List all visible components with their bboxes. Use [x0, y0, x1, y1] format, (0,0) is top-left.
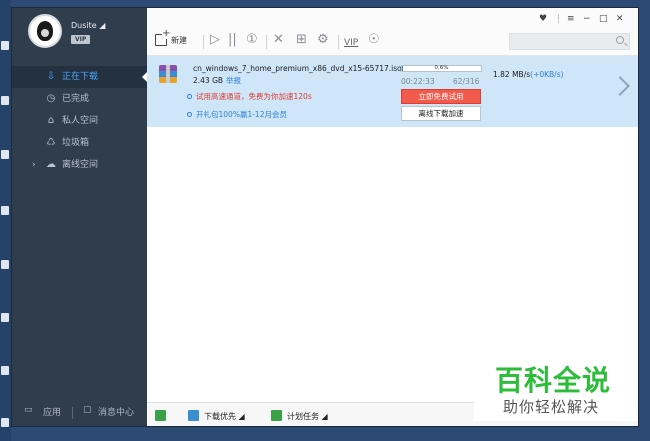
task-row[interactable]: cn_windows_7_home_premium_x86_dvd_x15-65… [147, 56, 638, 127]
skin-icon[interactable]: ♥ [539, 14, 547, 24]
menu-icon[interactable]: ≡ [567, 14, 575, 24]
download-priority-icon [188, 410, 199, 421]
desktop-icon[interactable] [1, 150, 9, 159]
schedule-task-dropdown[interactable]: 计划任务 ◢ [287, 411, 328, 422]
sidebar-item-trash[interactable]: ♺ 垃圾箱 [12, 132, 147, 154]
file-name: cn_windows_7_home_premium_x86_dvd_x15-65… [193, 64, 402, 73]
apps-button[interactable]: 应用 [43, 405, 61, 418]
toolbar: ♥ | ≡ − □ ✕ 新建 ▷ || ① ✕ ⊞ ⚙ VIP ☉ [147, 8, 638, 56]
close-icon[interactable]: ✕ [616, 14, 624, 24]
progress-bar: 0.6% [401, 65, 482, 72]
sidebar-item-downloading[interactable]: ⇩ 正在下载 [12, 66, 147, 88]
pause-icon[interactable]: || [228, 33, 237, 47]
download-arrow-icon: ⇩ [46, 71, 56, 82]
expand-caret-icon[interactable]: › [32, 154, 36, 176]
avatar[interactable] [28, 14, 62, 48]
divider [72, 407, 73, 419]
start-icon[interactable]: ▷ [210, 33, 220, 47]
gift-tip[interactable]: 开礼包100%赢1-12月会员 [187, 109, 287, 120]
progress-percent: 0.6% [434, 65, 449, 71]
sidebar-item-private-space[interactable]: ⌂ 私人空间 [12, 110, 147, 132]
archive-file-icon [159, 65, 177, 83]
sidebar-item-completed[interactable]: ◷ 已完成 [12, 88, 147, 110]
sidebar-footer: ▭ 应用 ▢ 消息中心 [12, 398, 147, 426]
trash-icon: ♺ [46, 137, 56, 148]
divider [203, 35, 204, 49]
sidebar-item-label: 已完成 [62, 94, 90, 104]
sidebar: Dusite ◢ VIP ⇩ 正在下载 ◷ 已完成 ⌂ 私人空间 ♺ 垃圾箱 ›… [12, 8, 147, 426]
pieces-count: 62/316 [453, 77, 480, 86]
desktop-icon[interactable] [1, 41, 9, 50]
divider [266, 35, 267, 49]
desktop-icon[interactable] [1, 366, 9, 375]
grid-icon[interactable]: ⊞ [296, 33, 307, 47]
schedule-icon [271, 410, 282, 421]
accel-speed: (+0KB/s) [530, 70, 564, 79]
file-size: 2.43 GB 举报 [193, 76, 242, 85]
message-center-button[interactable]: 消息中心 [98, 405, 134, 418]
desktop-icon[interactable] [1, 313, 9, 322]
search-box[interactable] [509, 33, 630, 50]
username[interactable]: Dusite ◢ [71, 21, 105, 30]
sidebar-item-label: 正在下载 [62, 72, 99, 82]
divider [338, 35, 339, 49]
check-circle-icon: ◷ [46, 93, 56, 104]
offline-accelerate-button[interactable]: 离线下载加速 [401, 106, 481, 121]
search-input[interactable] [510, 34, 610, 49]
new-task-label: 新建 [171, 36, 187, 45]
divider: | [557, 14, 561, 24]
desktop-icon[interactable] [1, 96, 9, 105]
apps-icon[interactable]: ▭ [24, 405, 33, 415]
sidebar-item-label: 私人空间 [62, 116, 99, 126]
new-task-icon [155, 29, 171, 46]
new-task-button[interactable]: 新建 [155, 29, 187, 46]
settings-gear-icon[interactable]: ⚙ [317, 33, 329, 47]
desktop-icon[interactable] [1, 206, 9, 215]
money-bag-icon[interactable]: ☉ [368, 33, 380, 47]
free-trial-button[interactable]: 立即免费试用 [401, 89, 481, 104]
report-link[interactable]: 举报 [226, 76, 241, 85]
download-priority-dropdown[interactable]: 下载优先 ◢ [204, 411, 245, 422]
desktop-edge [0, 0, 11, 441]
watermark-title: 百科全说 [495, 364, 612, 397]
desktop-icon[interactable] [1, 260, 9, 269]
vip-button[interactable]: VIP [344, 36, 358, 50]
desktop-icon[interactable] [1, 418, 9, 427]
sidebar-item-label: 垃圾箱 [62, 138, 90, 148]
sidebar-item-offline-space[interactable]: › ☁ 离线空间 [12, 154, 147, 176]
download-manager-window: Dusite ◢ VIP ⇩ 正在下载 ◷ 已完成 ⌂ 私人空间 ♺ 垃圾箱 ›… [11, 7, 639, 427]
collapse-sidebar-icon[interactable] [155, 410, 166, 421]
download-speed: 1.82 MB/s(+0KB/s) [493, 70, 564, 79]
message-icon[interactable]: ▢ [83, 405, 92, 415]
delete-icon[interactable]: ✕ [273, 33, 284, 47]
sidebar-item-label: 离线空间 [62, 160, 99, 170]
chevron-right-icon[interactable] [610, 76, 630, 96]
watermark-subtitle: 助你轻松解决 [503, 398, 600, 416]
lock-box-icon: ⌂ [47, 115, 55, 126]
maximize-icon[interactable]: □ [599, 14, 608, 24]
watermark: 百科全说 助你轻松解决 [474, 351, 637, 421]
cloud-icon: ☁ [46, 159, 56, 170]
trial-tip[interactable]: 试用高速通道，免费为你加速120s [187, 91, 312, 102]
vip-badge[interactable]: VIP [71, 35, 91, 44]
priority-icon[interactable]: ① [246, 33, 258, 47]
remaining-time: 00:22:33 [401, 77, 435, 86]
minimize-icon[interactable]: − [583, 14, 591, 24]
search-icon[interactable] [616, 36, 624, 44]
dot-icon [187, 112, 192, 117]
dot-icon [187, 94, 192, 99]
